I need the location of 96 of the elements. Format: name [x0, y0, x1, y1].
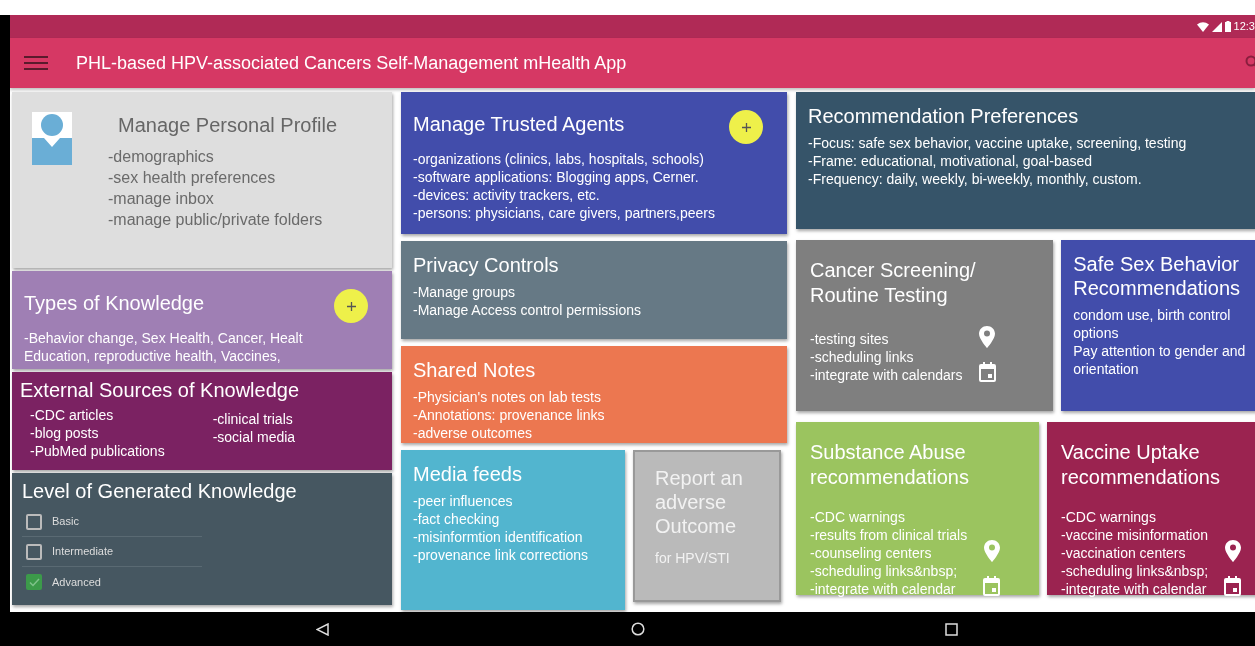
back-icon[interactable]	[316, 622, 329, 636]
card-text: -scheduling links	[810, 348, 915, 366]
card-title: Shared Notes	[413, 358, 536, 382]
card-text: -organizations (clinics, labs, hospitals, schools)	[413, 150, 705, 168]
card-text: -Manage Access control permissions	[413, 301, 641, 319]
app-title: PHL-based HPV-associated Cancers Self-Management mHealth App	[76, 51, 627, 75]
card-text: -Frame: educational, motivational, goal-based	[808, 152, 1094, 170]
feature-card[interactable]: Privacy Controls -Manage groups -Manage Access control permissions	[401, 241, 787, 339]
card-title: Vaccine Uptake recommendations	[1061, 440, 1221, 490]
card-text: -software applications: Blogging apps, Cerner.	[413, 168, 700, 186]
recents-icon[interactable]	[945, 622, 958, 636]
checkbox[interactable]	[26, 513, 42, 530]
feature-card[interactable]	[401, 92, 787, 234]
checkbox-label: Basic	[52, 514, 79, 530]
card-text: Education, reproductive health, Vaccines,	[24, 347, 282, 365]
feature-card[interactable]: Shared Notes -Physician's notes on lab tests -Annotations: provenance links -adverse outcomes	[401, 346, 787, 443]
card-title: Types of Knowledge	[24, 291, 205, 315]
card-title: Privacy Controls	[413, 253, 559, 277]
status-time: 12:3	[1233, 21, 1255, 32]
home-icon[interactable]	[631, 622, 645, 636]
person-avatar-icon	[32, 112, 72, 165]
card-title: Substance Abuse recommendations	[810, 440, 970, 490]
add-button[interactable]	[334, 289, 368, 323]
card-title: Manage Personal Profile	[118, 113, 337, 138]
card-title: Manage Trusted Agents	[413, 112, 625, 136]
card-text: -Focus: safe sex behavior, vaccine uptake, screening, testing	[808, 134, 1187, 152]
card-title: Level of Generated Knowledge	[22, 479, 298, 503]
card-text: -clinical trials	[212, 410, 294, 428]
feature-card[interactable]: External Sources of Knowledge -CDC articles -blog posts -PubMed publications -clinical trials -social media	[12, 372, 392, 470]
location-pin-icon	[979, 326, 996, 348]
checkbox-label: Advanced	[52, 574, 101, 590]
card-text: -vaccination centers	[1061, 544, 1187, 562]
feature-card[interactable]: Recommendation Preferences -Focus: safe sex behavior, vaccine uptake, screening, testing -Frame: educational, motivational, goal-based -Frequency: daily, weekly, bi-weekly, monthly, custom.	[796, 92, 1255, 229]
card-title: Cancer Screening/ Routine Testing	[810, 258, 977, 308]
profile-card[interactable]: Manage Personal Profile -demographics -sex health preferences -manage inbox -manage public/private folders	[12, 92, 392, 268]
card-text: for HPV/STI	[655, 549, 731, 568]
battery-icon	[1224, 21, 1231, 32]
card-text: -CDC warnings	[1061, 508, 1157, 526]
calendar-icon	[983, 576, 1001, 596]
feature-card[interactable]: Safe Sex Behavior Recommendations condom use, birth control options Pay attention to gender and orientation	[1061, 240, 1255, 411]
card-text: -blog posts	[30, 424, 100, 442]
feature-card[interactable]: Vaccine Uptake recommendations -CDC warnings -vaccine misinformation -vaccination centers -scheduling links&nbsp; -integrate with calendar	[1047, 422, 1255, 595]
location-pin-icon	[983, 540, 1000, 562]
card-text: -Manage groups	[413, 283, 516, 301]
feature-card[interactable]: Types of Knowledge -Behavior change, Sex Health, Cancer, Healt Education, reproductive health, Vaccines,	[12, 271, 392, 369]
plus-icon	[741, 122, 751, 132]
plus-icon	[346, 301, 356, 311]
card-text: -sex health preferences	[108, 168, 277, 188]
card-text: -adverse outcomes	[413, 424, 534, 442]
card-text: -peer influences	[413, 492, 514, 510]
card-text: -integrate with calendar	[1061, 580, 1208, 598]
card-text: -Annotations: provenance links	[413, 406, 605, 424]
card-text: -demographics	[108, 147, 215, 167]
card-text: -CDC articles	[30, 406, 115, 424]
card-text: -misinformtion identification	[413, 528, 584, 546]
card-title: Safe Sex Behavior Recommendations	[1073, 252, 1242, 300]
calendar-icon	[978, 362, 996, 382]
add-button[interactable]	[729, 110, 763, 144]
card-text: -fact checking	[413, 510, 501, 528]
card-title: Report an adverse Outcome	[655, 466, 744, 538]
checkbox-label: Intermediate	[52, 544, 114, 560]
card-text: -manage public/private folders	[108, 210, 324, 230]
card-text: -persons: physicians, care givers, partners,peers	[413, 204, 715, 222]
card-text: -integrate with calendar	[810, 580, 957, 598]
checkbox[interactable]	[26, 574, 42, 590]
card-text: -counseling centers	[810, 544, 933, 562]
card-title: Media feeds	[413, 462, 522, 486]
check-icon	[28, 577, 40, 587]
card-text: -PubMed publications	[30, 442, 165, 460]
card-text: -manage inbox	[108, 189, 215, 209]
card-text: -Physician's notes on lab tests	[413, 388, 602, 406]
wifi-icon	[1196, 21, 1209, 32]
feature-card[interactable]: Level of Generated Knowledge Basic Intermediate Advanced	[12, 473, 392, 605]
checkbox[interactable]	[26, 543, 42, 560]
card-text: -scheduling links&nbsp;	[810, 562, 959, 580]
card-text: -results from clinical trials	[810, 526, 968, 544]
card-title: External Sources of Knowledge	[20, 378, 301, 402]
signal-icon	[1211, 21, 1222, 32]
location-pin-icon	[1224, 540, 1241, 562]
feature-card[interactable]: Media feeds -peer influences -fact checking -misinformtion identification -provenance link corrections	[401, 450, 625, 610]
card-text: -vaccine misinformation	[1061, 526, 1209, 544]
calendar-icon	[1224, 576, 1242, 596]
card-text: condom use, birth control options	[1073, 306, 1232, 342]
card-text: -provenance link corrections	[413, 546, 589, 564]
card-title: Recommendation Preferences	[808, 104, 1079, 128]
card-text: -integrate with calendars	[810, 366, 963, 384]
feature-card[interactable]: Cancer Screening/ Routine Testing -testing sites -scheduling links -integrate with calendars	[796, 240, 1054, 411]
card-text: -testing sites	[810, 330, 890, 348]
card-text: -scheduling links&nbsp;	[1061, 562, 1209, 580]
card-text: Pay attention to gender and orientation	[1073, 342, 1246, 378]
card-text: -social media	[212, 428, 296, 446]
card-text: -CDC warnings	[810, 508, 906, 526]
menu-button[interactable]	[24, 54, 48, 72]
card-text: -devices: activity trackers, etc.	[413, 186, 601, 204]
card-text: -Behavior change, Sex Health, Cancer, Healt	[24, 329, 303, 347]
card-text: -Frequency: daily, weekly, bi-weekly, monthly, custom.	[808, 170, 1143, 188]
